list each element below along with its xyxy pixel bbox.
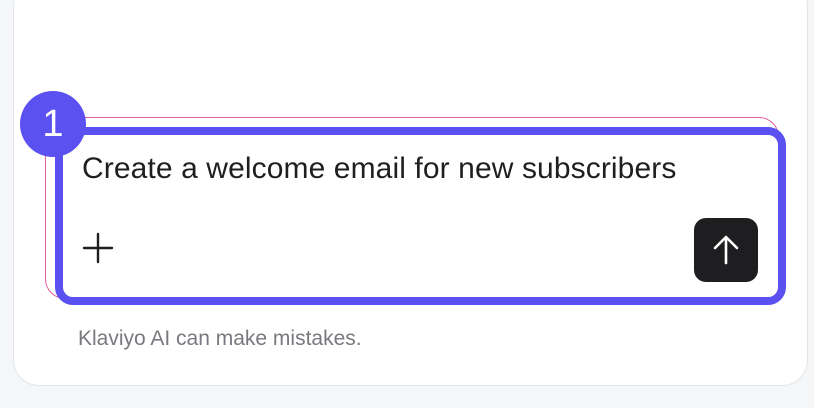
arrow-up-icon [713,235,739,265]
step-number-badge: 1 [20,91,86,157]
prompt-input[interactable]: Create a welcome email for new subscribe… [82,152,676,186]
plus-icon [82,232,114,264]
add-attachment-button[interactable] [78,228,118,268]
send-button[interactable] [694,218,758,282]
ai-disclaimer: Klaviyo AI can make mistakes. [78,327,362,350]
